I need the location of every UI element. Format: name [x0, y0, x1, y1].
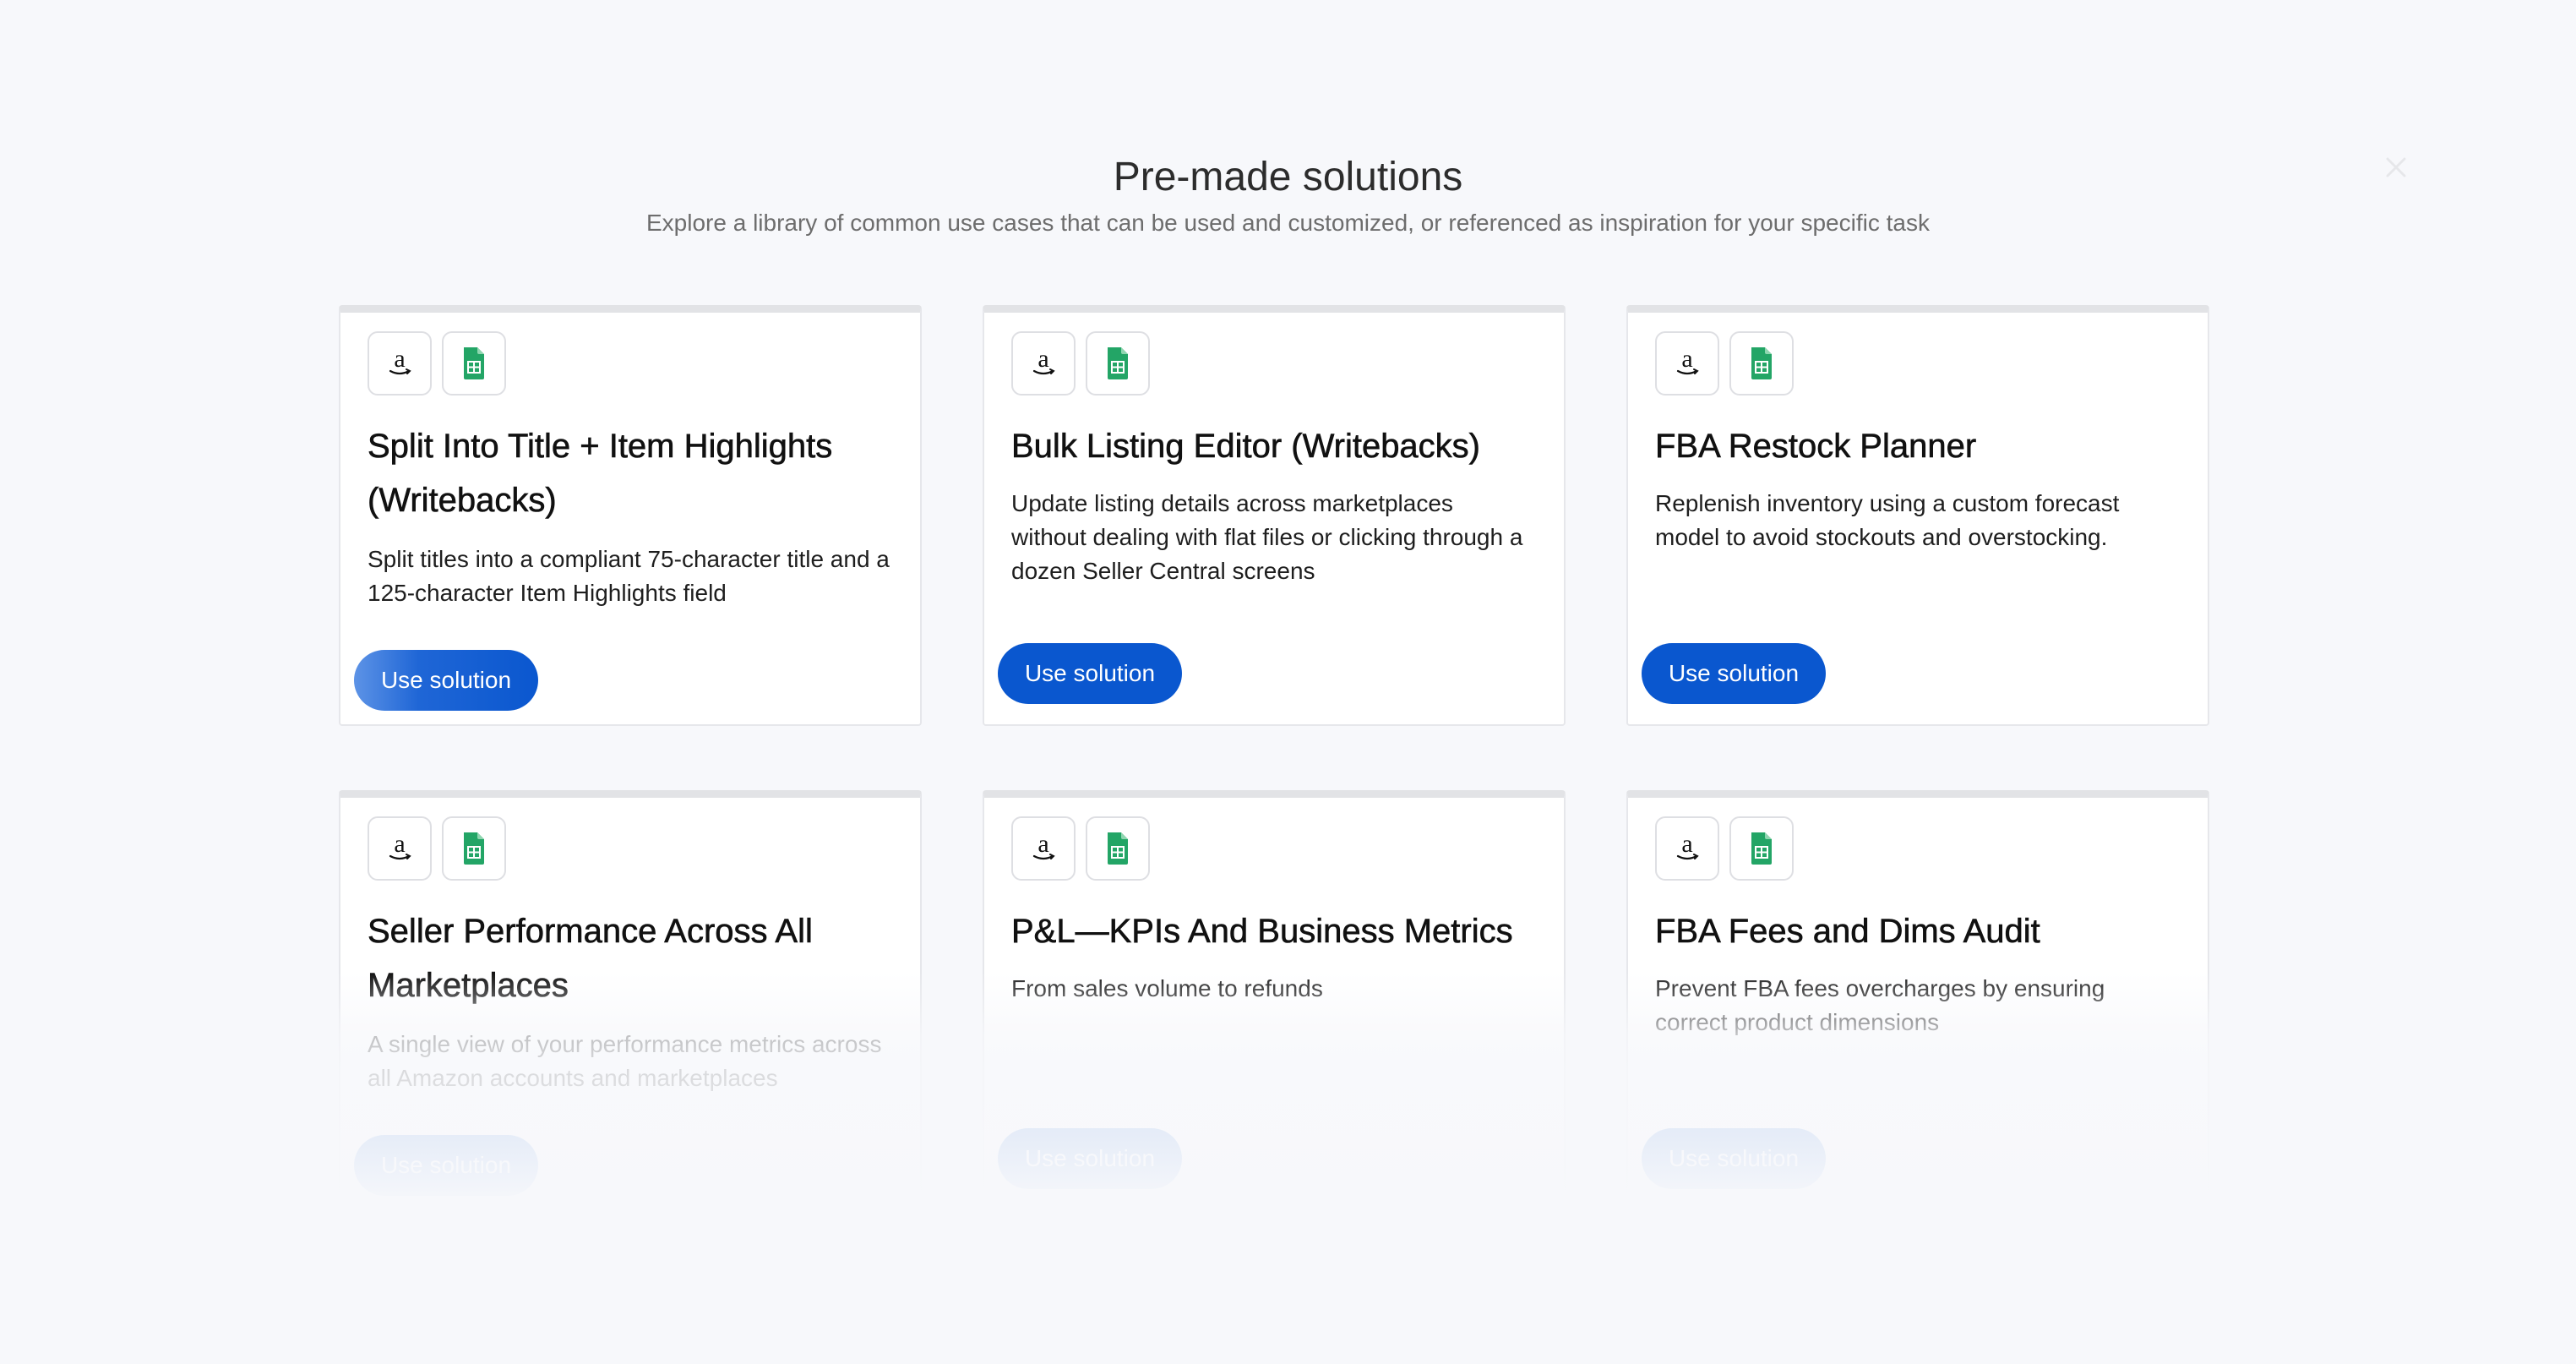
- use-solution-button[interactable]: Use solution: [1642, 1128, 1826, 1189]
- card-description: A single view of your performance metric…: [368, 1031, 882, 1091]
- card-integrations: [1011, 331, 1150, 396]
- amazon-icon: [1011, 331, 1076, 396]
- amazon-icon: [1011, 816, 1076, 881]
- card-description: Prevent FBA fees overcharges by ensuring…: [1655, 975, 2105, 1035]
- card-description: Split titles into a compliant 75-charact…: [368, 546, 890, 606]
- solution-card: Seller Performance Across All Marketplac…: [339, 790, 922, 1211]
- solution-card: P&L—KPIs And Business Metrics From sales…: [983, 790, 1566, 1211]
- card-integrations: [368, 816, 506, 881]
- amazon-icon: [368, 331, 432, 396]
- amazon-icon: [1655, 816, 1719, 881]
- card-title: Seller Performance Across All Marketplac…: [368, 913, 813, 1005]
- google-sheets-icon: [1729, 816, 1794, 881]
- solution-card: Split Into Title + Item Highlights (Writ…: [339, 305, 922, 726]
- use-solution-button[interactable]: Use solution: [354, 650, 538, 711]
- close-icon[interactable]: [2381, 152, 2411, 183]
- page-header: Pre-made solutions Explore a library of …: [0, 152, 2576, 238]
- amazon-icon: [1655, 331, 1719, 396]
- page-subtitle: Explore a library of common use cases th…: [646, 210, 1930, 236]
- card-integrations: [1011, 816, 1150, 881]
- use-solution-button[interactable]: Use solution: [354, 1135, 538, 1196]
- use-solution-button[interactable]: Use solution: [998, 1128, 1182, 1189]
- google-sheets-icon: [442, 816, 506, 881]
- amazon-icon: [368, 816, 432, 881]
- card-description: Update listing details across marketplac…: [1011, 490, 1523, 584]
- solution-card: FBA Restock Planner Replenish inventory …: [1626, 305, 2209, 726]
- card-integrations: [1655, 331, 1794, 396]
- page-title: Pre-made solutions: [1113, 155, 1463, 199]
- solution-card: FBA Fees and Dims Audit Prevent FBA fees…: [1626, 790, 2209, 1211]
- use-solution-button[interactable]: Use solution: [998, 643, 1182, 704]
- card-title: FBA Restock Planner: [1655, 428, 1977, 466]
- card-integrations: [368, 331, 506, 396]
- card-title: Split Into Title + Item Highlights (Writ…: [368, 428, 833, 520]
- google-sheets-icon: [1086, 331, 1150, 396]
- google-sheets-icon: [442, 331, 506, 396]
- google-sheets-icon: [1086, 816, 1150, 881]
- google-sheets-icon: [1729, 331, 1794, 396]
- solution-card: Bulk Listing Editor (Writebacks) Update …: [983, 305, 1566, 726]
- use-solution-button[interactable]: Use solution: [1642, 643, 1826, 704]
- card-title: Bulk Listing Editor (Writebacks): [1011, 428, 1481, 466]
- card-description: From sales volume to refunds: [1011, 975, 1323, 1001]
- card-description: Replenish inventory using a custom forec…: [1655, 490, 2120, 550]
- card-title: P&L—KPIs And Business Metrics: [1011, 913, 1513, 951]
- card-title: FBA Fees and Dims Audit: [1655, 913, 2040, 951]
- card-integrations: [1655, 816, 1794, 881]
